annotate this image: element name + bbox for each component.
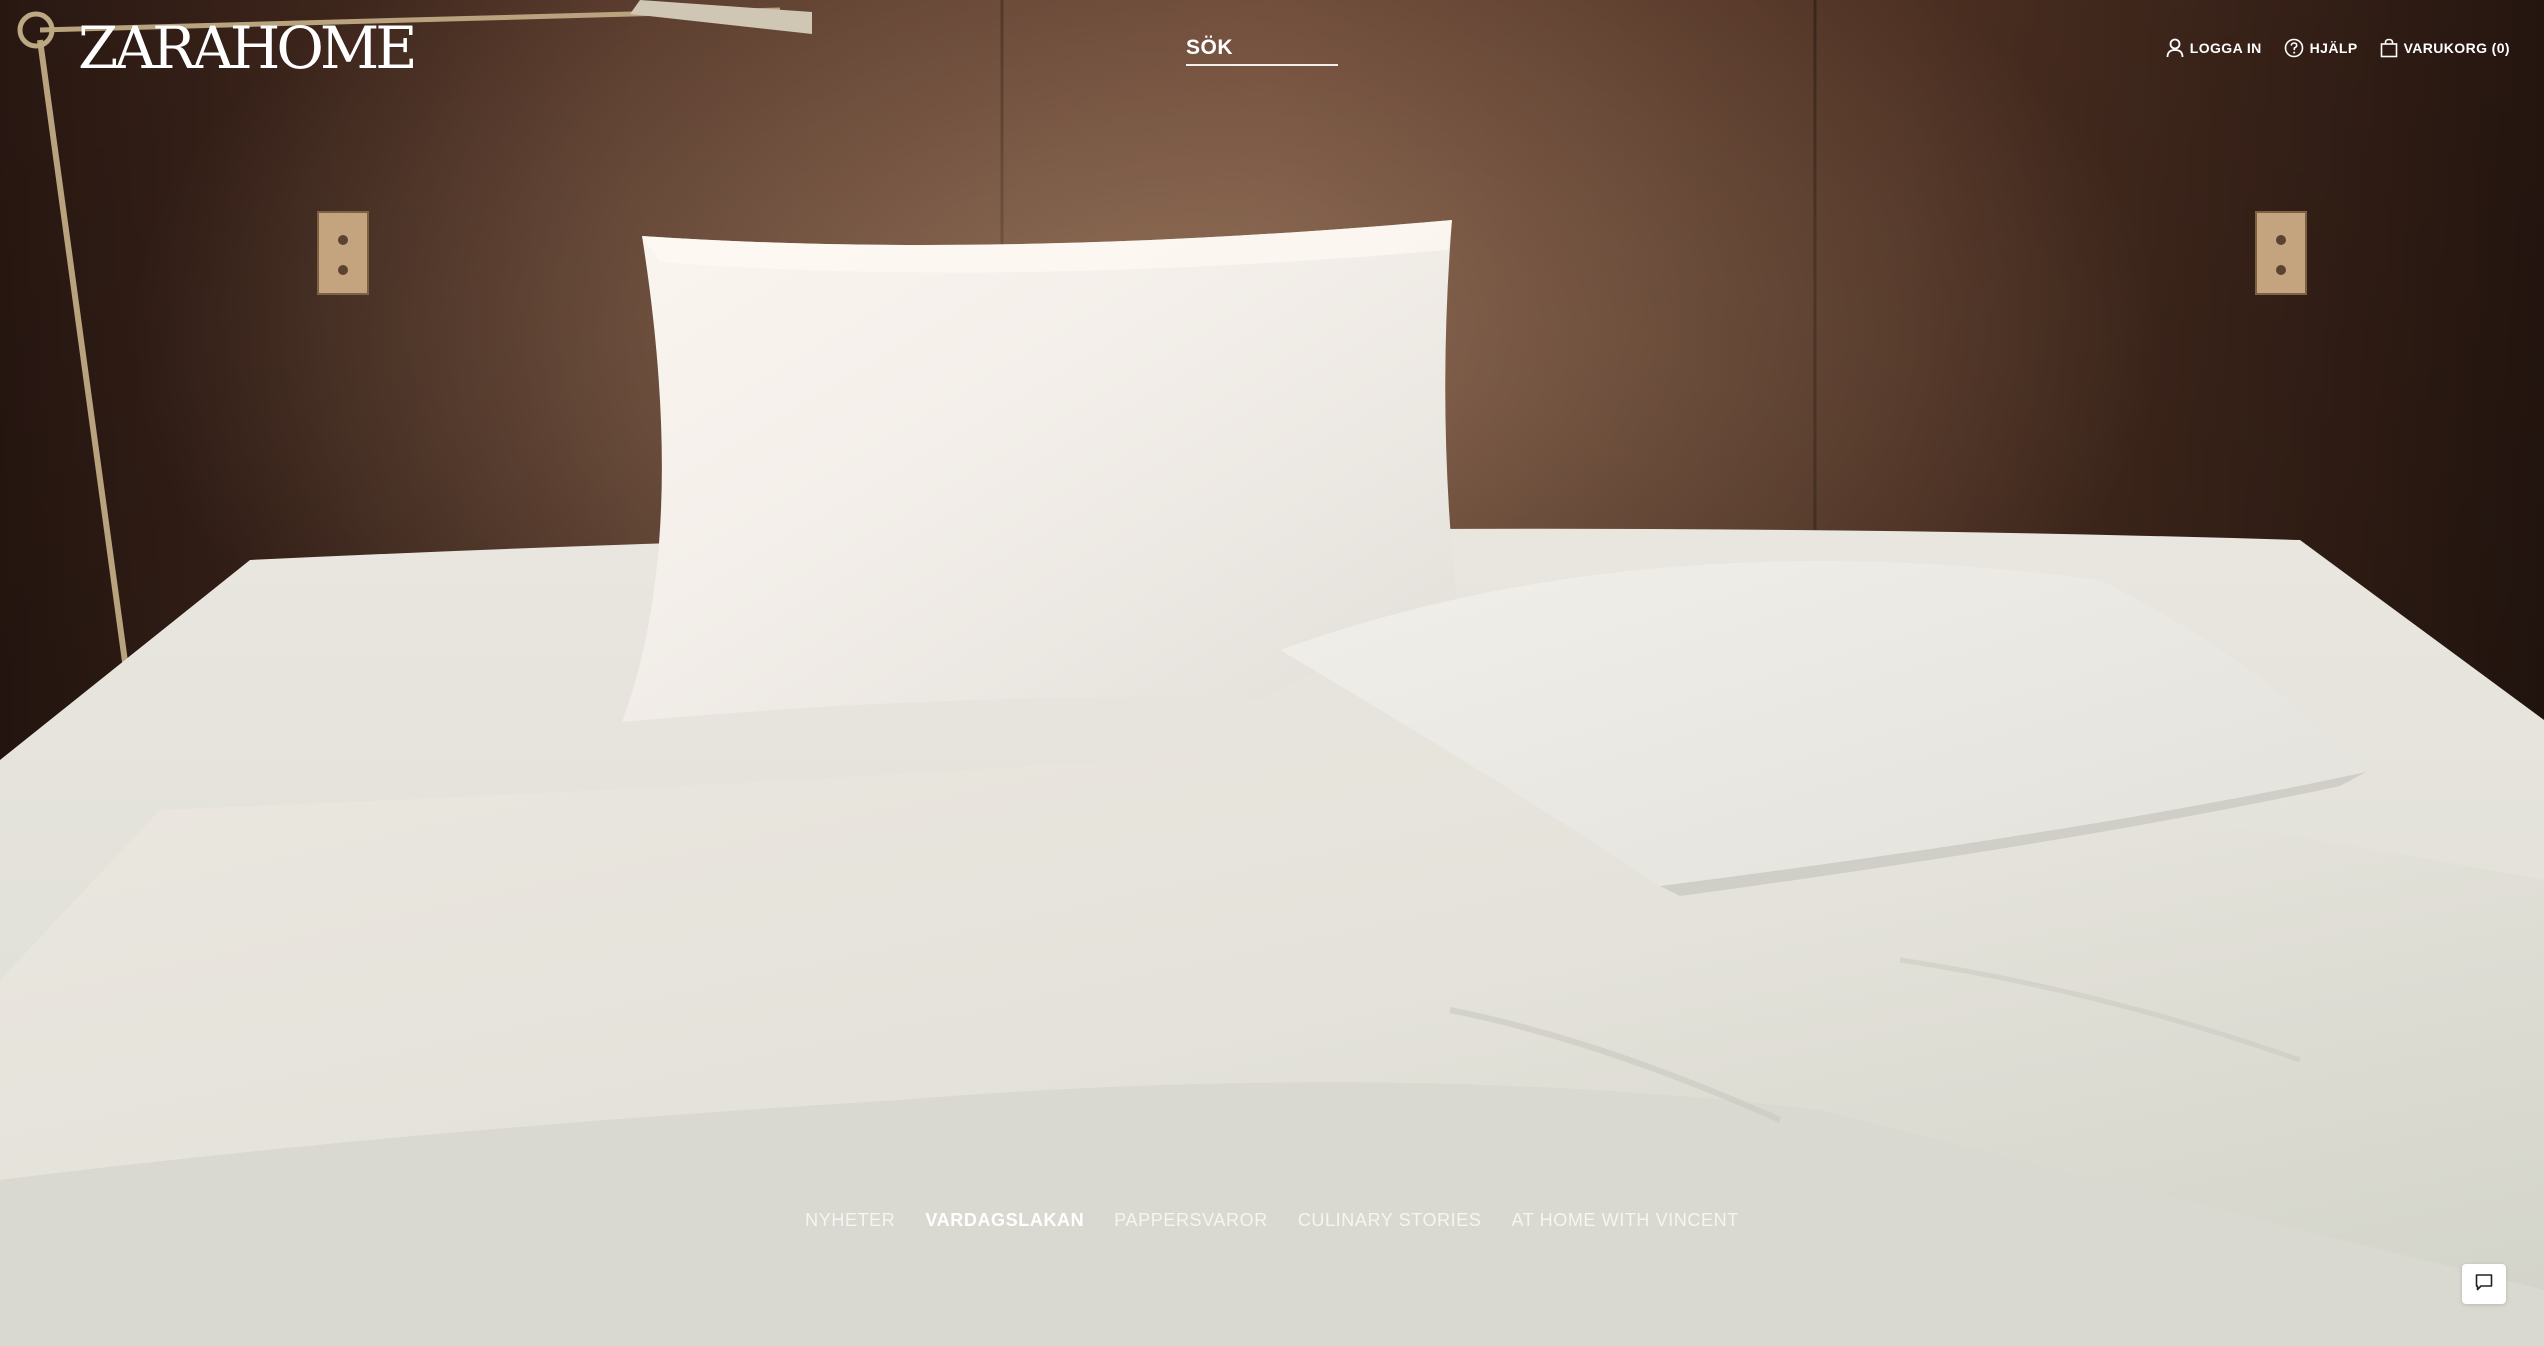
tab-at-home-with-vincent[interactable]: AT HOME WITH VINCENT <box>1512 1210 1739 1231</box>
tab-pappersvaror[interactable]: PAPPERSVAROR <box>1114 1210 1268 1231</box>
user-icon <box>2166 38 2184 58</box>
cart-label: VARUKORG (0) <box>2403 40 2510 56</box>
top-navigation: LOGGA IN HJÄLP VARUKORG (0) <box>2166 38 2510 58</box>
chat-bubble-icon <box>2474 1272 2494 1297</box>
search-label: SÖK <box>1186 36 1234 59</box>
search-input[interactable]: SÖK <box>1186 36 1338 66</box>
cart-link[interactable]: VARUKORG (0) <box>2380 38 2510 58</box>
brand-logo[interactable]: ZARAHOME <box>78 18 418 78</box>
login-link[interactable]: LOGGA IN <box>2166 38 2262 58</box>
hero-bedroom-scene <box>0 0 2544 1346</box>
tab-nyheter[interactable]: NYHETER <box>805 1210 895 1231</box>
tab-vardagslakan[interactable]: VARDAGSLAKAN <box>925 1210 1084 1231</box>
chat-button[interactable] <box>2462 1264 2506 1304</box>
help-label: HJÄLP <box>2309 40 2358 56</box>
category-tabs: NYHETER VARDAGSLAKAN PAPPERSVAROR CULINA… <box>0 1210 2544 1231</box>
shopping-bag-icon <box>2380 38 2398 58</box>
question-circle-icon <box>2284 38 2304 58</box>
tab-culinary-stories[interactable]: CULINARY STORIES <box>1298 1210 1482 1231</box>
login-label: LOGGA IN <box>2189 40 2262 56</box>
hero-image <box>0 0 2544 1346</box>
help-link[interactable]: HJÄLP <box>2284 38 2358 58</box>
